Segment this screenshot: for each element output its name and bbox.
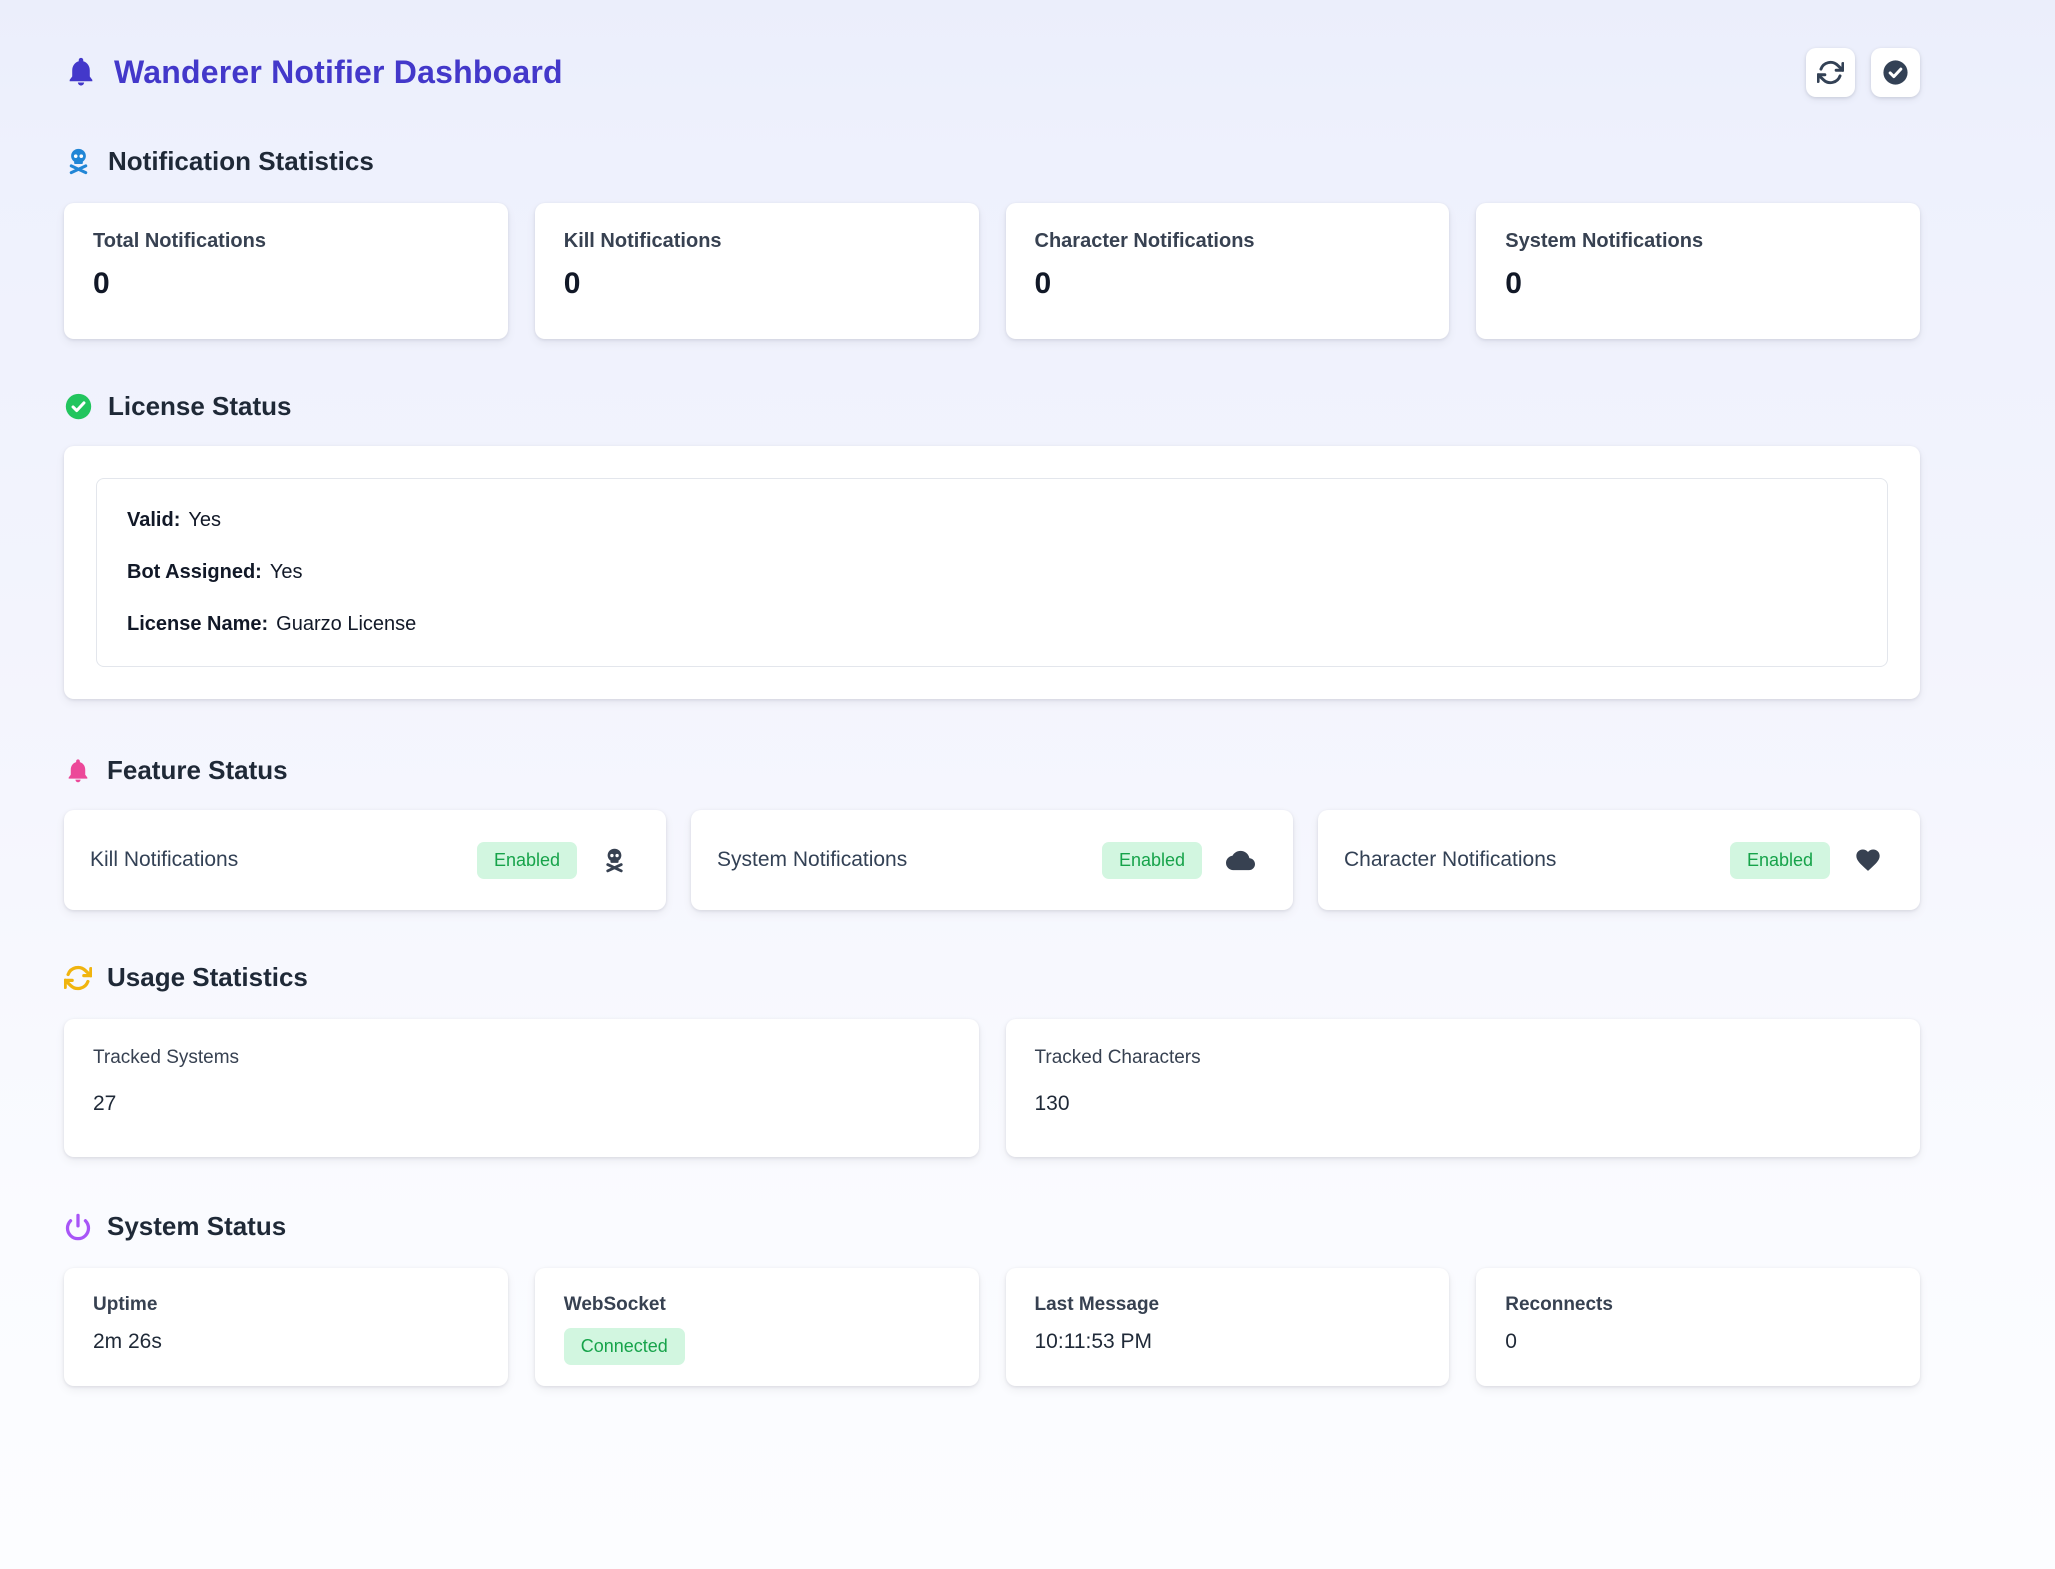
- usage-value: 27: [93, 1092, 950, 1116]
- sys-label: WebSocket: [564, 1294, 950, 1316]
- section-system-status: System Status: [64, 1211, 1920, 1242]
- dashboard-page: Wanderer Notifier Dashboard: [0, 0, 2055, 1569]
- usage-value: 130: [1035, 1092, 1892, 1116]
- stat-label: Total Notifications: [93, 230, 479, 253]
- sys-value: 10:11:53 PM: [1035, 1330, 1421, 1354]
- enabled-badge: Enabled: [477, 842, 577, 879]
- stat-label: Character Notifications: [1035, 230, 1421, 253]
- sys-label: Reconnects: [1505, 1294, 1891, 1316]
- bell-icon: [64, 55, 98, 89]
- license-details-box: Valid: Yes Bot Assigned: Yes License Name:…: [96, 478, 1888, 667]
- refresh-icon: [1817, 59, 1844, 86]
- page-title: Wanderer Notifier Dashboard: [114, 54, 563, 91]
- section-notification-statistics: Notification Statistics: [64, 146, 1920, 177]
- usage-label: Tracked Systems: [93, 1047, 950, 1069]
- heart-icon: [1854, 846, 1882, 874]
- license-valid-line: Valid: Yes: [127, 509, 1857, 532]
- sys-value: 2m 26s: [93, 1330, 479, 1354]
- system-status-grid: Uptime 2m 26s WebSocket Connected Last M…: [64, 1268, 1920, 1386]
- enabled-badge: Enabled: [1102, 842, 1202, 879]
- sys-card-reconnects: Reconnects 0: [1476, 1268, 1920, 1386]
- feature-card-system-notifications: System Notifications Enabled: [691, 810, 1293, 910]
- feature-label: System Notifications: [717, 848, 1102, 872]
- section-license-status: License Status: [64, 391, 1920, 422]
- license-field-label: Valid:: [127, 509, 180, 531]
- check-circle-green-icon: [64, 392, 93, 421]
- license-name-line: License Name: Guarzo License: [127, 613, 1857, 636]
- check-circle-icon: [1881, 58, 1910, 87]
- section-title-text: Usage Statistics: [107, 962, 308, 993]
- sys-card-uptime: Uptime 2m 26s: [64, 1268, 508, 1386]
- feature-status-grid: Kill Notifications Enabled System N: [64, 810, 1920, 910]
- stat-card-character-notifications: Character Notifications 0: [1006, 203, 1450, 339]
- feature-card-character-notifications: Character Notifications Enabled: [1318, 810, 1920, 910]
- section-title-text: License Status: [108, 391, 292, 422]
- section-feature-status: Feature Status: [64, 755, 1920, 786]
- connected-badge: Connected: [564, 1328, 685, 1365]
- license-field-label: License Name:: [127, 613, 268, 635]
- stat-value: 0: [564, 267, 950, 301]
- bell-pink-icon: [64, 757, 92, 785]
- power-icon: [64, 1213, 92, 1241]
- license-field-value: Guarzo License: [276, 613, 416, 635]
- status-check-button[interactable]: [1871, 48, 1920, 97]
- feature-label: Character Notifications: [1344, 848, 1730, 872]
- sys-label: Last Message: [1035, 1294, 1421, 1316]
- license-field-value: Yes: [188, 509, 221, 531]
- skull-crossbones-icon: [64, 147, 93, 176]
- stat-card-kill-notifications: Kill Notifications 0: [535, 203, 979, 339]
- cloud-icon: [1226, 846, 1255, 875]
- notification-stats-grid: Total Notifications 0 Kill Notifications…: [64, 203, 1920, 339]
- sys-card-websocket: WebSocket Connected: [535, 1268, 979, 1386]
- usage-card-tracked-characters: Tracked Characters 130: [1006, 1019, 1921, 1157]
- stat-value: 0: [1505, 267, 1891, 301]
- enabled-badge: Enabled: [1730, 842, 1830, 879]
- stat-card-total-notifications: Total Notifications 0: [64, 203, 508, 339]
- usage-statistics-grid: Tracked Systems 27 Tracked Characters 13…: [64, 1019, 1920, 1157]
- stat-value: 0: [1035, 267, 1421, 301]
- feature-label: Kill Notifications: [90, 848, 477, 872]
- refresh-button[interactable]: [1806, 48, 1855, 97]
- section-title-text: Notification Statistics: [108, 146, 374, 177]
- stat-value: 0: [93, 267, 479, 301]
- usage-label: Tracked Characters: [1035, 1047, 1892, 1069]
- stat-card-system-notifications: System Notifications 0: [1476, 203, 1920, 339]
- section-title-text: System Status: [107, 1211, 286, 1242]
- skull-crossbones-icon: [601, 847, 628, 874]
- feature-card-kill-notifications: Kill Notifications Enabled: [64, 810, 666, 910]
- license-field-label: Bot Assigned:: [127, 561, 262, 583]
- sys-label: Uptime: [93, 1294, 479, 1316]
- license-card: Valid: Yes Bot Assigned: Yes License Name:…: [64, 446, 1920, 699]
- section-usage-statistics: Usage Statistics: [64, 962, 1920, 993]
- stat-label: System Notifications: [1505, 230, 1891, 253]
- header: Wanderer Notifier Dashboard: [64, 44, 1920, 100]
- stat-label: Kill Notifications: [564, 230, 950, 253]
- license-bot-assigned-line: Bot Assigned: Yes: [127, 561, 1857, 584]
- license-field-value: Yes: [270, 561, 303, 583]
- sync-amber-icon: [64, 964, 92, 992]
- section-title-text: Feature Status: [107, 755, 288, 786]
- sys-card-last-message: Last Message 10:11:53 PM: [1006, 1268, 1450, 1386]
- sys-value: 0: [1505, 1330, 1891, 1354]
- usage-card-tracked-systems: Tracked Systems 27: [64, 1019, 979, 1157]
